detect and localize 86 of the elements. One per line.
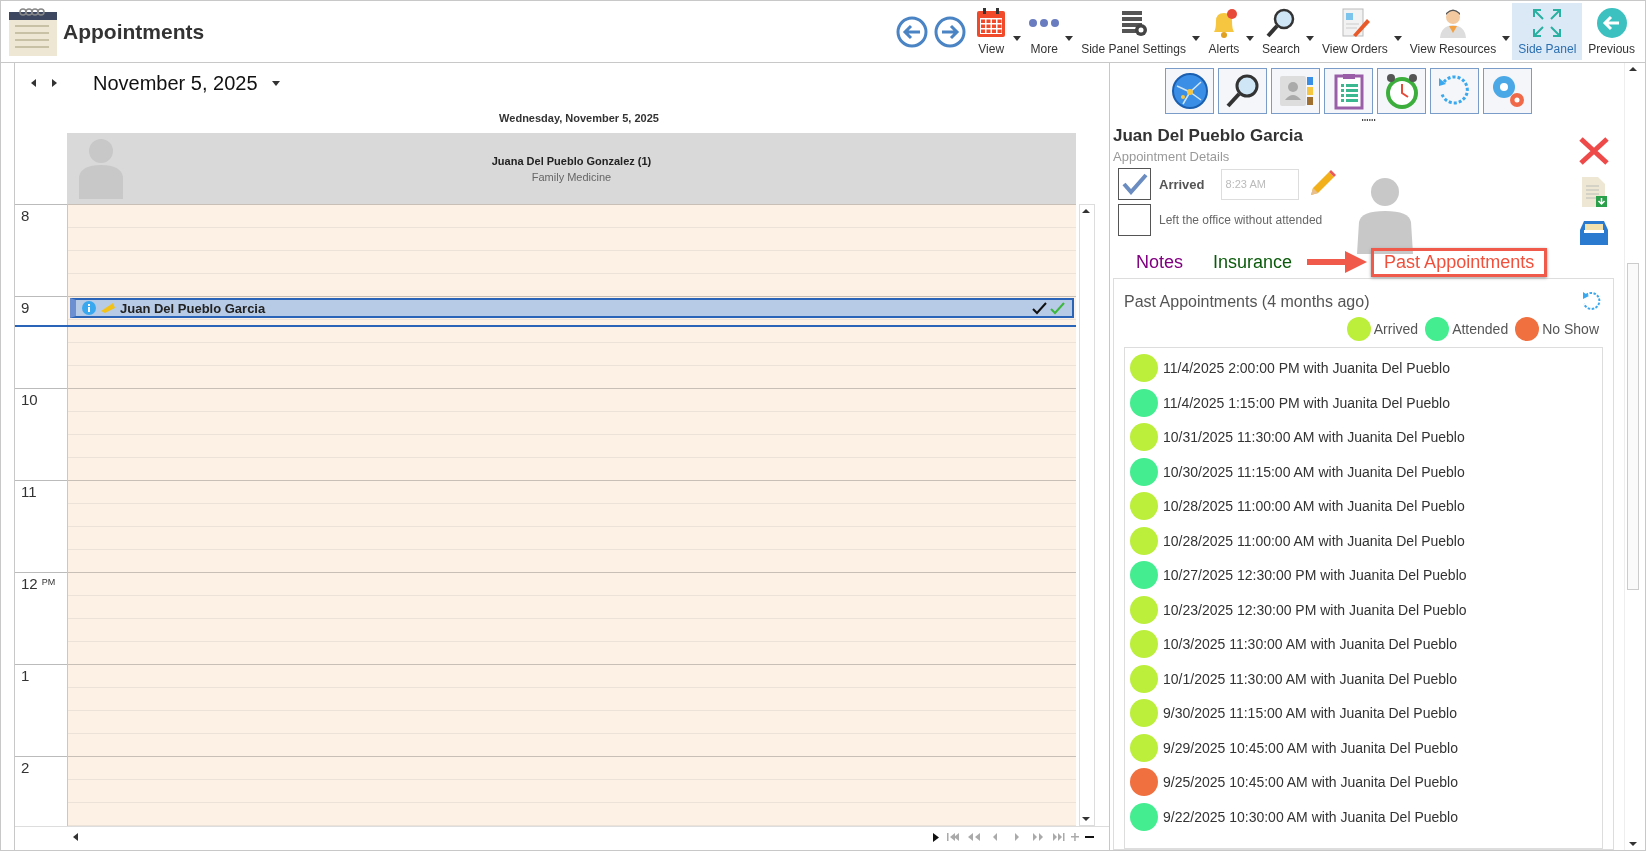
section-subtitle: Appointment Details (1113, 149, 1231, 164)
close-icon[interactable] (1578, 136, 1610, 166)
day-heading: Wednesday, November 5, 2025 (499, 112, 659, 124)
legend-label: Attended (1452, 321, 1509, 337)
caret-icon[interactable] (1191, 36, 1200, 41)
appointment-entry[interactable]: 11/4/2025 2:00:00 PM with Juanita Del Pueblo (1163, 360, 1450, 377)
appointment-entry[interactable]: 9/29/2025 10:45:00 AM with Juanita Del Pueblo (1163, 739, 1458, 756)
appointment-entry[interactable]: 9/30/2025 11:15:00 AM with Juanita Del Pueblo (1163, 705, 1457, 722)
caret-icon[interactable] (1065, 36, 1074, 41)
document-download-icon[interactable] (1579, 176, 1609, 208)
archive-tray-icon[interactable] (1578, 218, 1610, 246)
caret-icon[interactable] (1013, 36, 1022, 41)
resize-handle[interactable] (1361, 119, 1376, 122)
scroll-down-arrow[interactable] (1081, 814, 1091, 824)
toolbar-button[interactable]: Side Panel Settings (1075, 3, 1192, 60)
resource-specialty: Family Medicine (531, 170, 612, 183)
appointment-entry[interactable]: 10/23/2025 12:30:00 PM with Juanita Del Pueblo (1163, 601, 1467, 618)
caret-icon[interactable] (271, 80, 280, 86)
toolbar-button[interactable]: Side Panel (1512, 3, 1583, 60)
appointment-block[interactable]: Juan Del Pueblo Garcia (70, 298, 1074, 318)
info-icon (82, 301, 96, 315)
caret-icon[interactable] (1502, 36, 1511, 41)
hour-label: 10 (15, 388, 67, 480)
expand-icon (1531, 7, 1564, 39)
panel-title: Past Appointments (4 months ago) (1124, 293, 1370, 311)
scroll-thumb[interactable] (1627, 263, 1639, 590)
tab[interactable]: Past Appointments (1371, 247, 1548, 277)
check-marks-icon (1032, 301, 1066, 315)
toolbar-button[interactable]: View Resources (1403, 3, 1503, 60)
caret-icon[interactable] (1305, 36, 1314, 41)
scrollbar[interactable] (1079, 204, 1095, 826)
patient-name: Juan Del Pueblo Garcia (1113, 126, 1304, 146)
toolbar-button[interactable]: View Orders (1315, 3, 1394, 60)
appointment-entry[interactable]: 10/28/2025 11:00:00 AM with Juanita Del Pueblo (1163, 532, 1465, 549)
globe-icon (1170, 72, 1209, 110)
checkbox-label: Left the office without attended (1159, 213, 1323, 227)
scroll-up-arrow[interactable] (1627, 64, 1638, 74)
resource-name: Juana Del Pueblo Gonzalez (1) (491, 154, 652, 167)
legend-label: Arrived (1373, 321, 1419, 337)
side-panel-tool-button[interactable] (1218, 68, 1267, 114)
scrollbar[interactable] (1624, 63, 1640, 850)
annotation-arrow (1307, 249, 1368, 275)
doctor-icon (1437, 7, 1469, 39)
hour-label: 11 (15, 480, 67, 572)
toolbar-button[interactable]: Search (1255, 3, 1306, 60)
scroll-down-arrow[interactable] (1627, 839, 1638, 849)
tab[interactable]: Notes (1123, 247, 1197, 277)
appointment-entry[interactable]: 10/3/2025 11:30:00 AM with Juanita Del Pueblo (1163, 636, 1457, 653)
appointment-entry[interactable]: 10/1/2025 11:30:00 AM with Juanita Del Pueblo (1163, 670, 1457, 687)
tab[interactable]: Insurance (1200, 247, 1306, 277)
app-title: Appointments (63, 19, 205, 44)
forward-icon[interactable] (934, 15, 967, 48)
appointment-entry[interactable]: 10/28/2025 11:00:00 AM with Juanita Del Pueblo (1163, 498, 1465, 515)
appointment-entry[interactable]: 10/30/2025 11:15:00 AM with Juanita Del Pueblo (1163, 463, 1465, 480)
side-panel-tool-button[interactable] (1377, 68, 1426, 114)
caret-icon[interactable] (1393, 36, 1402, 41)
refresh-icon[interactable] (1581, 291, 1603, 313)
hour-label: 8 (15, 204, 67, 296)
date-picker[interactable]: November 5, 2025 (87, 71, 286, 95)
appointment-entry[interactable]: 9/22/2025 10:30:00 AM with Juanita Del Pueblo (1163, 808, 1458, 825)
scroll-right-arrow[interactable] (933, 832, 939, 842)
appointment-entry[interactable]: 9/25/2025 10:45:00 AM with Juanita Del Pueblo (1163, 774, 1458, 791)
appointment-entry[interactable]: 10/31/2025 11:30:00 AM with Juanita Del Pueblo (1163, 429, 1465, 446)
appointment-entry[interactable]: 10/27/2025 12:30:00 PM with Juanita Del Pueblo (1163, 567, 1467, 584)
side-panel-tool-button[interactable] (1165, 68, 1214, 114)
appointment-entry[interactable]: 11/4/2025 1:15:00 PM with Juanita Del Pueblo (1163, 394, 1450, 411)
search-icon (1264, 7, 1297, 39)
resource-navigation-icon[interactable] (945, 832, 1095, 842)
hour-label: 1 (15, 664, 67, 756)
hour-label: 12 PM (15, 572, 67, 664)
toolbar-button[interactable]: Alerts (1201, 3, 1246, 60)
toolbar-button[interactable]: View (969, 3, 1014, 60)
toolbar-button[interactable]: More (1023, 3, 1066, 60)
calendar-icon (975, 7, 1008, 39)
arrived-checkbox[interactable] (1118, 168, 1151, 200)
more-icon (1029, 19, 1060, 27)
scroll-up-arrow[interactable] (1081, 206, 1091, 216)
time-slot[interactable] (68, 319, 1076, 342)
caret-icon[interactable] (1245, 36, 1254, 41)
checkbox-label: Arrived (1159, 176, 1205, 192)
left-office-checkbox[interactable] (1118, 204, 1151, 236)
back-icon[interactable] (896, 15, 929, 48)
notepad-icon (9, 7, 57, 56)
legend-label: No Show (1542, 321, 1599, 337)
hour-label: 2 (15, 756, 67, 826)
toolbar-button[interactable]: Previous (1582, 3, 1641, 60)
